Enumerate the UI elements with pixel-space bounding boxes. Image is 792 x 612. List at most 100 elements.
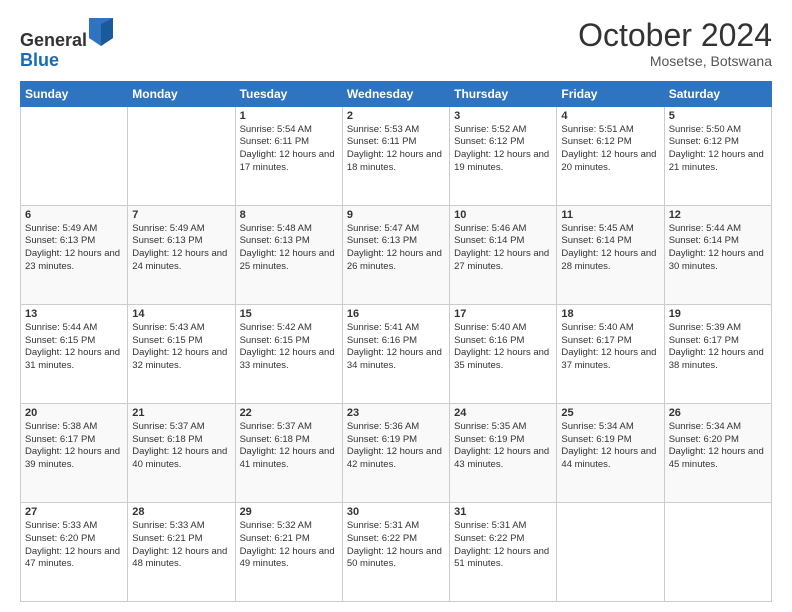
day-number: 31 [454,506,552,518]
calendar-cell: 15Sunrise: 5:42 AM Sunset: 6:15 PM Dayli… [235,304,342,403]
day-number: 4 [561,110,659,122]
day-info: Sunrise: 5:41 AM Sunset: 6:16 PM Dayligh… [347,322,445,373]
day-number: 7 [132,209,230,221]
calendar-cell: 28 Sunrise: 5:33 AM Sunset: 6:21 PM Dayli… [128,502,235,601]
day-info: Sunrise: 5:40 AM Sunset: 6:16 PM Dayligh… [454,322,552,373]
day-number: 28 [132,506,230,518]
day-number: 27 [25,506,123,518]
calendar-cell: 6Sunrise: 5:49 AM Sunset: 6:13 PM Daylig… [21,205,128,304]
calendar-header-row: SundayMondayTuesdayWednesdayThursdayFrid… [21,81,772,106]
calendar-cell: 1 Sunrise: 5:54 AM Sunset: 6:11 PM Daylig… [235,106,342,205]
calendar-cell: 31 Sunrise: 5:31 AM Sunset: 6:22 PM Dayli… [450,502,557,601]
month-title: October 2024 [578,18,772,53]
calendar-cell: 2 Sunrise: 5:53 AM Sunset: 6:11 PM Daylig… [342,106,449,205]
calendar-cell: 19 Sunrise: 5:39 AM Sunset: 6:17 PM Dayli… [664,304,771,403]
day-info: Sunrise: 5:43 AM Sunset: 6:15 PM Dayligh… [132,322,230,373]
calendar-cell: 8 Sunrise: 5:48 AM Sunset: 6:13 PM Daylig… [235,205,342,304]
day-number: 12 [669,209,767,221]
col-header-sunday: Sunday [21,81,128,106]
day-info: Sunrise: 5:40 AM Sunset: 6:17 PM Dayligh… [561,322,659,373]
day-number: 29 [240,506,338,518]
day-info: Sunrise: 5:37 AM Sunset: 6:18 PM Dayligh… [240,421,338,472]
day-number: 20 [25,407,123,419]
calendar-cell: 26Sunrise: 5:34 AM Sunset: 6:20 PM Dayli… [664,403,771,502]
calendar-cell [664,502,771,601]
calendar-week-row: 13Sunrise: 5:44 AM Sunset: 6:15 PM Dayli… [21,304,772,403]
col-header-tuesday: Tuesday [235,81,342,106]
day-info: Sunrise: 5:39 AM Sunset: 6:17 PM Dayligh… [669,322,767,373]
day-info: Sunrise: 5:33 AM Sunset: 6:21 PM Dayligh… [132,520,230,571]
day-info: Sunrise: 5:33 AM Sunset: 6:20 PM Dayligh… [25,520,123,571]
day-info: Sunrise: 5:32 AM Sunset: 6:21 PM Dayligh… [240,520,338,571]
day-number: 30 [347,506,445,518]
day-info: Sunrise: 5:36 AM Sunset: 6:19 PM Dayligh… [347,421,445,472]
day-number: 16 [347,308,445,320]
calendar-week-row: 1 Sunrise: 5:54 AM Sunset: 6:11 PM Daylig… [21,106,772,205]
day-number: 2 [347,110,445,122]
calendar-cell: 7 Sunrise: 5:49 AM Sunset: 6:13 PM Daylig… [128,205,235,304]
col-header-wednesday: Wednesday [342,81,449,106]
day-number: 18 [561,308,659,320]
calendar-cell [21,106,128,205]
header: General Blue October 2024 Mosetse, Botsw… [20,18,772,71]
day-number: 11 [561,209,659,221]
calendar-cell [128,106,235,205]
day-info: Sunrise: 5:52 AM Sunset: 6:12 PM Dayligh… [454,124,552,175]
day-info: Sunrise: 5:53 AM Sunset: 6:11 PM Dayligh… [347,124,445,175]
day-info: Sunrise: 5:44 AM Sunset: 6:14 PM Dayligh… [669,223,767,274]
calendar-week-row: 20 Sunrise: 5:38 AM Sunset: 6:17 PM Dayli… [21,403,772,502]
day-info: Sunrise: 5:34 AM Sunset: 6:19 PM Dayligh… [561,421,659,472]
day-number: 10 [454,209,552,221]
day-number: 17 [454,308,552,320]
day-number: 24 [454,407,552,419]
calendar-cell: 21Sunrise: 5:37 AM Sunset: 6:18 PM Dayli… [128,403,235,502]
logo: General Blue [20,18,113,71]
calendar-cell: 22Sunrise: 5:37 AM Sunset: 6:18 PM Dayli… [235,403,342,502]
page: General Blue October 2024 Mosetse, Botsw… [0,0,792,612]
day-info: Sunrise: 5:38 AM Sunset: 6:17 PM Dayligh… [25,421,123,472]
calendar-cell: 17 Sunrise: 5:40 AM Sunset: 6:16 PM Dayli… [450,304,557,403]
day-number: 8 [240,209,338,221]
day-info: Sunrise: 5:42 AM Sunset: 6:15 PM Dayligh… [240,322,338,373]
calendar-cell: 20 Sunrise: 5:38 AM Sunset: 6:17 PM Dayli… [21,403,128,502]
day-number: 5 [669,110,767,122]
calendar-cell: 29 Sunrise: 5:32 AM Sunset: 6:21 PM Dayli… [235,502,342,601]
calendar-cell: 18 Sunrise: 5:40 AM Sunset: 6:17 PM Dayli… [557,304,664,403]
day-info: Sunrise: 5:54 AM Sunset: 6:11 PM Dayligh… [240,124,338,175]
col-header-saturday: Saturday [664,81,771,106]
calendar-cell [557,502,664,601]
calendar-cell: 27 Sunrise: 5:33 AM Sunset: 6:20 PM Dayli… [21,502,128,601]
calendar-cell: 10Sunrise: 5:46 AM Sunset: 6:14 PM Dayli… [450,205,557,304]
day-number: 25 [561,407,659,419]
calendar-cell: 3Sunrise: 5:52 AM Sunset: 6:12 PM Daylig… [450,106,557,205]
calendar-cell: 13Sunrise: 5:44 AM Sunset: 6:15 PM Dayli… [21,304,128,403]
calendar-cell: 12 Sunrise: 5:44 AM Sunset: 6:14 PM Dayli… [664,205,771,304]
day-info: Sunrise: 5:47 AM Sunset: 6:13 PM Dayligh… [347,223,445,274]
calendar-cell: 11 Sunrise: 5:45 AM Sunset: 6:14 PM Dayli… [557,205,664,304]
col-header-thursday: Thursday [450,81,557,106]
day-info: Sunrise: 5:50 AM Sunset: 6:12 PM Dayligh… [669,124,767,175]
logo-general-text: General [20,30,87,50]
day-info: Sunrise: 5:49 AM Sunset: 6:13 PM Dayligh… [132,223,230,274]
location: Mosetse, Botswana [578,53,772,69]
day-info: Sunrise: 5:51 AM Sunset: 6:12 PM Dayligh… [561,124,659,175]
day-number: 14 [132,308,230,320]
calendar-cell: 14 Sunrise: 5:43 AM Sunset: 6:15 PM Dayli… [128,304,235,403]
day-info: Sunrise: 5:37 AM Sunset: 6:18 PM Dayligh… [132,421,230,472]
col-header-monday: Monday [128,81,235,106]
day-info: Sunrise: 5:44 AM Sunset: 6:15 PM Dayligh… [25,322,123,373]
calendar-week-row: 6 Sunrise: 5:49 AM Sunset: 6:13 PM Daylig… [21,205,772,304]
title-area: October 2024 Mosetse, Botswana [578,18,772,69]
day-info: Sunrise: 5:31 AM Sunset: 6:22 PM Dayligh… [454,520,552,571]
day-number: 6 [25,209,123,221]
logo-icon [89,18,113,46]
day-number: 1 [240,110,338,122]
calendar-cell: 9Sunrise: 5:47 AM Sunset: 6:13 PM Daylig… [342,205,449,304]
logo-blue-text: Blue [20,50,59,70]
calendar-cell: 23 Sunrise: 5:36 AM Sunset: 6:19 PM Dayli… [342,403,449,502]
day-number: 23 [347,407,445,419]
day-number: 19 [669,308,767,320]
day-info: Sunrise: 5:48 AM Sunset: 6:13 PM Dayligh… [240,223,338,274]
day-number: 26 [669,407,767,419]
day-info: Sunrise: 5:45 AM Sunset: 6:14 PM Dayligh… [561,223,659,274]
